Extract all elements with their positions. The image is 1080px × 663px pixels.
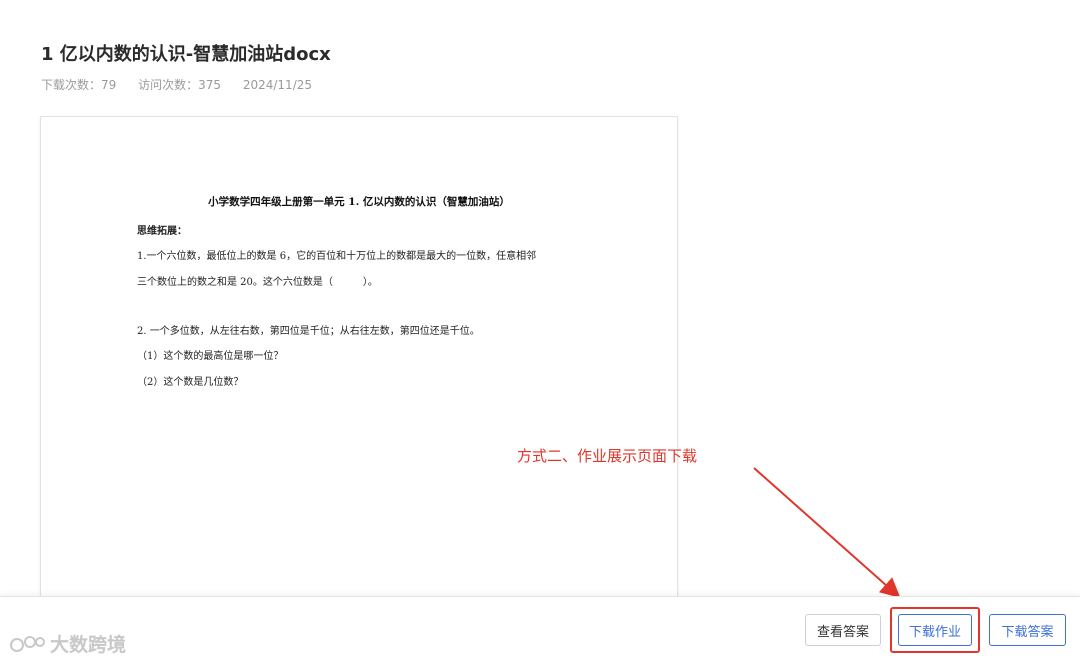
watermark-text: 大数跨境 xyxy=(50,634,127,656)
download-count: 下载次数：79 xyxy=(41,78,117,92)
document-meta: 下载次数：79 访问次数：375 2024/11/25 xyxy=(41,76,330,93)
watermark-logo-icon xyxy=(10,635,45,652)
download-answer-button[interactable]: 下载答案 xyxy=(989,614,1066,646)
page-title: 1 亿以内数的认识-智慧加油站docx xyxy=(41,44,331,65)
document-line: （2）这个数是几位数？ xyxy=(137,377,244,388)
view-answer-button[interactable]: 查看答案 xyxy=(805,614,881,646)
annotation-arrow-icon xyxy=(753,467,901,598)
document-line: 三个数位上的数之和是 20。这个六位数是（ ）。 xyxy=(137,277,378,288)
document-line: 1.一个六位数，最低位上的数是 6，它的百位和十万位上的数都是最大的一位数，任意… xyxy=(137,251,537,262)
document-line: 2. 一个多位数，从左往右数，第四位是千位；从右往左数，第四位还是千位。 xyxy=(137,326,480,337)
document-section-label: 思维拓展： xyxy=(137,226,187,237)
document-line: （1）这个数的最高位是哪一位？ xyxy=(137,351,284,362)
document-preview: 小学数学四年级上册第一单元 1. 亿以内数的认识（智慧加油站） 思维拓展： 1.… xyxy=(40,116,678,618)
visit-count: 访问次数：375 xyxy=(138,78,222,92)
highlight-box xyxy=(890,607,980,653)
document-heading: 小学数学四年级上册第一单元 1. 亿以内数的认识（智慧加油站） xyxy=(208,196,510,208)
watermark: 大数跨境 xyxy=(8,630,126,657)
publish-date: 2024/11/25 xyxy=(242,78,313,92)
annotation-label: 方式二、作业展示页面下载 xyxy=(517,447,698,465)
